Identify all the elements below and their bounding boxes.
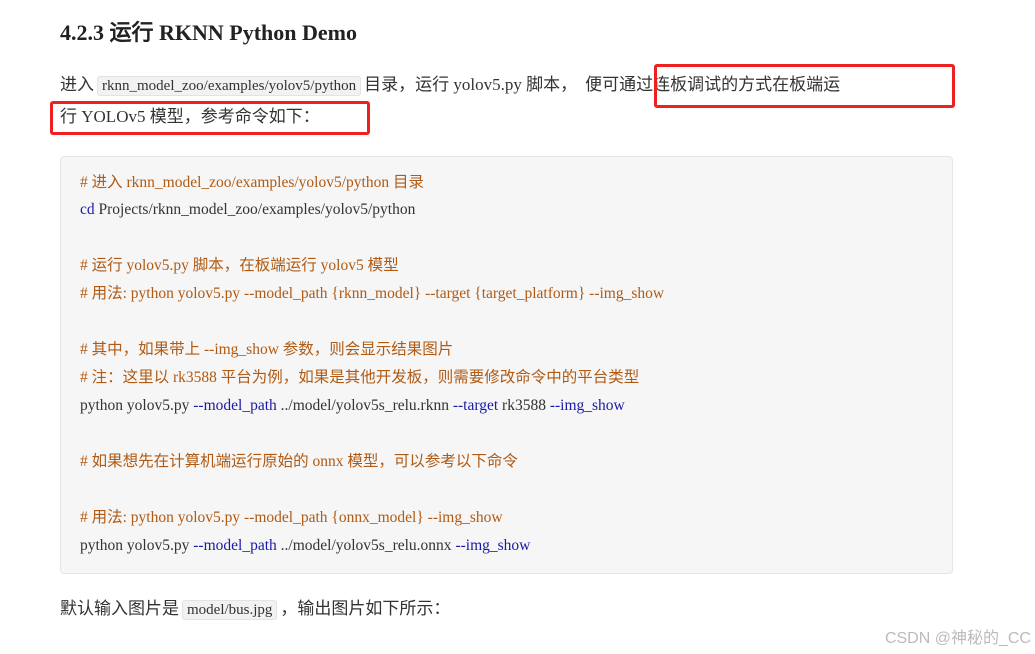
footer-paragraph: 默认输入图片是 model/bus.jpg ，输出图片如下所示： bbox=[60, 597, 450, 622]
code-line-cd: cd Projects/rknn_model_zoo/examples/yolo… bbox=[80, 200, 415, 220]
inline-code-bus: model/bus.jpg bbox=[182, 600, 278, 620]
code-rknn-path: ../model/yolov5s_relu.rknn bbox=[276, 397, 453, 414]
code-opt-img-show-2: --img_show bbox=[455, 537, 531, 554]
code-line-run-rknn: python yolov5.py --model_path ../model/y… bbox=[80, 396, 625, 416]
footer-prefix: 默认输入图片是 bbox=[60, 599, 179, 618]
code-comment-platform-note: # 注：这里以 rk3588 平台为例，如果是其他开发板，则需要修改命令中的平台… bbox=[80, 369, 640, 386]
code-line-run-onnx: python yolov5.py --model_path ../model/y… bbox=[80, 536, 530, 556]
watermark: CSDN @神秘的_CC bbox=[884, 630, 1031, 647]
code-opt-target: --target bbox=[452, 397, 499, 414]
code-cd-keyword: cd bbox=[80, 201, 95, 218]
code-target-value: rk3588 bbox=[498, 397, 550, 414]
intro-prefix: 进入 bbox=[60, 75, 94, 94]
code-opt-img-show: --img_show bbox=[549, 397, 625, 414]
highlight-box-2 bbox=[50, 101, 370, 135]
code-comment-usage: # 用法: python yolov5.py --model_path {rkn… bbox=[80, 285, 665, 302]
code-comment-onnx: # 如果想先在计算机端运行原始的 onnx 模型，可以参考以下命令 bbox=[80, 453, 518, 470]
code-comment-run: # 运行 yolov5.py 脚本，在板端运行 yolov5 模型 bbox=[80, 257, 399, 274]
code-block: # 进入 rknn_model_zoo/examples/yolov5/pyth… bbox=[60, 156, 953, 574]
code-python-cmd-2: python yolov5.py bbox=[80, 537, 194, 554]
footer-suffix: ，输出图片如下所示： bbox=[280, 599, 451, 618]
code-comment-enter-dir: # 进入 rknn_model_zoo/examples/yolov5/pyth… bbox=[80, 174, 424, 191]
code-comment-onnx-usage: # 用法: python yolov5.py --model_path {onn… bbox=[80, 509, 503, 526]
code-comment-img-show: # 其中，如果带上 --img_show 参数，则会显示结果图片 bbox=[80, 341, 454, 358]
code-cd-arg: Projects/rknn_model_zoo/examples/yolov5/… bbox=[94, 201, 416, 218]
code-onnx-path: ../model/yolov5s_relu.onnx bbox=[276, 537, 456, 554]
code-python-cmd: python yolov5.py bbox=[80, 397, 194, 414]
highlight-box-1 bbox=[654, 64, 955, 108]
code-opt-model-path: --model_path bbox=[193, 397, 277, 414]
inline-code-path: rknn_model_zoo/examples/yolov5/python bbox=[97, 76, 362, 96]
code-opt-model-path-2: --model_path bbox=[193, 537, 277, 554]
section-heading: 4.2.3 运行 RKNN Python Demo bbox=[60, 20, 357, 45]
intro-middle: 目录，运行 yolov5.py 脚本， bbox=[364, 75, 578, 94]
